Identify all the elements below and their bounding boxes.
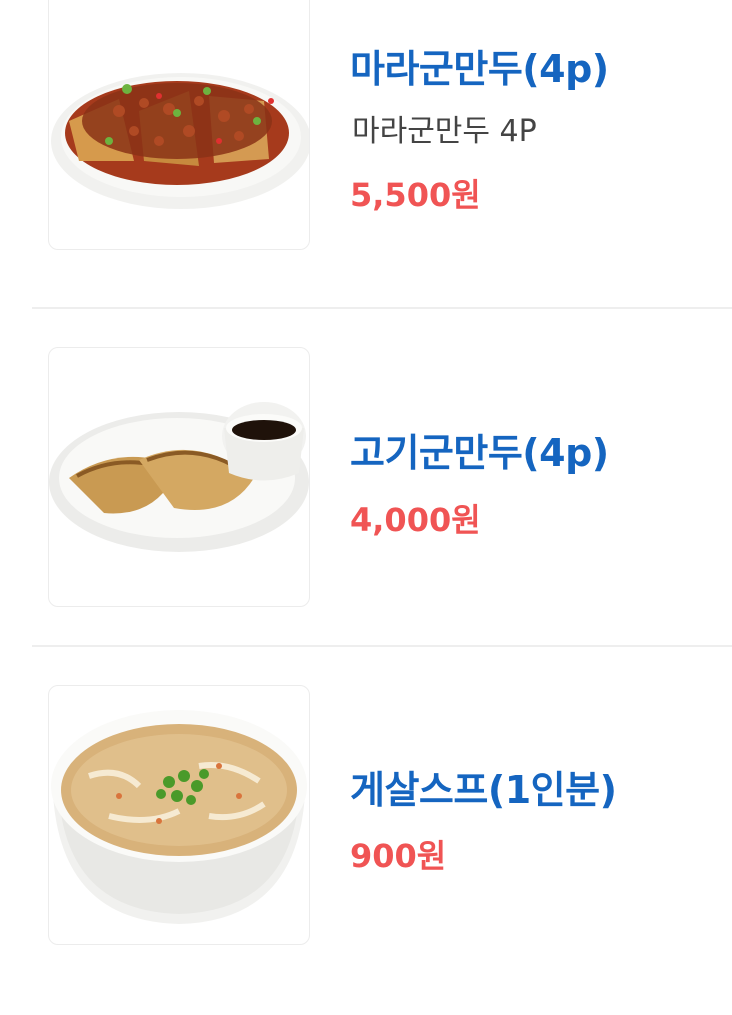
- menu-item-name[interactable]: 마라군만두(4p): [350, 38, 609, 93]
- menu-item-crab-soup[interactable]: 게살스프(1인분) 900원: [32, 685, 732, 1015]
- menu-list: 마라군만두(4p) 마라군만두 4P 5,500원 고기군만두(4p) 4,00…: [0, 0, 732, 983]
- mala-dumplings-image[interactable]: [48, 0, 310, 250]
- menu-item-price: 5,500원: [350, 176, 481, 214]
- meat-dumplings-image[interactable]: [48, 347, 310, 607]
- menu-item-meat-dumplings[interactable]: 고기군만두(4p) 4,000원: [32, 347, 732, 677]
- menu-item-price: 4,000원: [350, 501, 481, 539]
- menu-item-description: 마라군만두 4P: [352, 114, 537, 149]
- menu-item-name[interactable]: 게살스프(1인분): [350, 759, 617, 814]
- menu-item-price: 900원: [350, 837, 447, 875]
- menu-item-mala-dumplings[interactable]: 마라군만두(4p) 마라군만두 4P 5,500원: [32, 0, 732, 330]
- divider: [32, 307, 732, 309]
- menu-item-name[interactable]: 고기군만두(4p): [350, 422, 609, 477]
- crab-soup-image[interactable]: [48, 685, 310, 945]
- divider: [32, 645, 732, 647]
